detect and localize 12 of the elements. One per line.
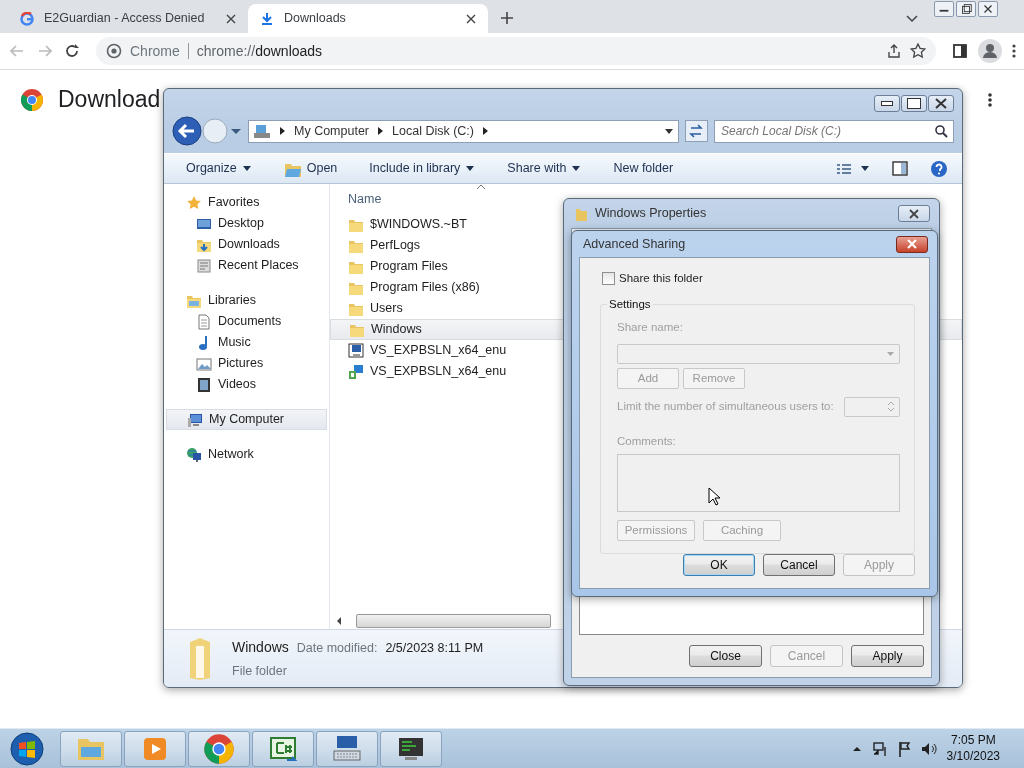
dialog-title: Windows Properties: [595, 205, 707, 223]
site-label: Chrome: [130, 41, 180, 61]
field-label: Date modified:: [296, 639, 378, 657]
url-text: chrome://downloads: [196, 41, 323, 61]
dialog-title: Advanced Sharing: [583, 235, 686, 253]
field-label: Comments:: [617, 433, 677, 449]
page-title: Download: [58, 86, 161, 114]
file-name: Windows: [232, 637, 289, 657]
file-type: File folder: [232, 662, 288, 680]
field-label: Limit the number of simultaneous users to:: [617, 399, 834, 415]
field-label: Share name:: [617, 319, 684, 335]
field-value: 2/5/2023 8:11 PM: [385, 639, 484, 657]
